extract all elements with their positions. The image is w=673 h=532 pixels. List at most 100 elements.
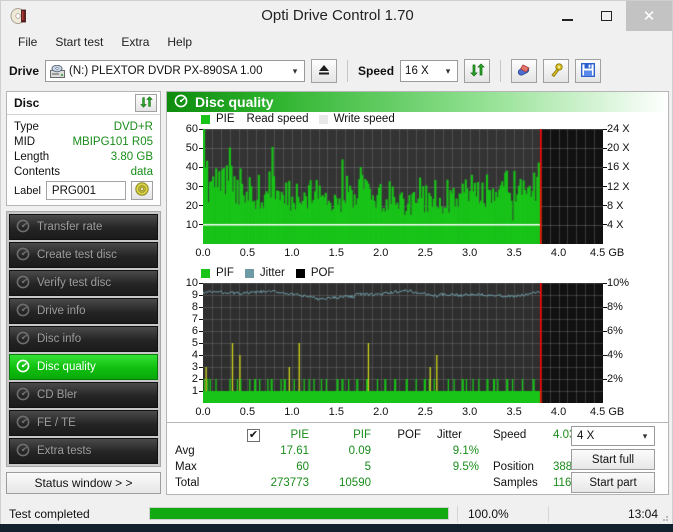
speed-label: Speed [358,64,395,78]
legend-swatch-write-speed [318,114,328,124]
legend-label-read-speed: Read speed [246,113,309,125]
y2-tick-label: 24 X [607,123,630,135]
sidebar-item-create-test-disc[interactable]: Create test disc [9,242,158,268]
disc-card-header: Disc [7,92,160,115]
x-tick-label: 4.0 [550,247,567,259]
disc-row-key: Length [14,150,50,163]
save-button[interactable] [575,59,602,83]
status-window-button[interactable]: Status window > > [6,472,161,494]
sidebar-item-disc-quality[interactable]: Disc quality [9,354,158,380]
disc-row-key: Contents [14,165,61,178]
jitter-checkbox[interactable]: ✔ [247,429,260,442]
disc-label-row: Label PRG001 [14,181,153,200]
y-tick-label: 20 [185,199,198,212]
y2-tick-mark [603,166,607,168]
speed-value: 16 X [405,65,429,77]
y-tick-mark [199,282,203,284]
gauge-icon [16,387,30,404]
y2-tick-mark [603,306,607,308]
disc-label-button[interactable] [131,181,153,200]
minimize-button[interactable] [548,1,587,31]
drive-select[interactable]: (N:) PLEXTOR DVDR PX-890SA 1.00 ▾ [45,60,306,82]
disc-row-value: MBIPG101 R05 [72,135,153,148]
menu-item-start-test[interactable]: Start test [46,33,112,51]
legend-label-pif: PIF [216,267,234,279]
x-tick-label: 2.5 [417,247,433,259]
drive-toolbar: Drive (N:) PLEXTOR DVDR PX-890SA 1.00 ▾ [1,54,672,88]
refresh-button[interactable] [464,59,491,83]
start-full-button[interactable]: Start full [571,449,655,470]
gauge-icon [16,219,30,236]
x-tick-label: 1.0 [284,406,300,418]
gauge-icon [16,331,30,348]
disc-row-contents: Contents data [14,164,153,179]
stat-total-pif: 10590 [339,477,371,489]
y2-tick-label: 8% [607,301,623,313]
pie-plot-area[interactable] [203,129,603,244]
menu-item-extra[interactable]: Extra [112,33,158,51]
disc-row-value: 3.80 GB [110,150,153,163]
sidebar-item-drive-info[interactable]: Drive info [9,298,158,324]
sidebar-item-label: Transfer rate [37,221,103,233]
y2-tick-label: 8 X [607,199,624,212]
resize-grip[interactable] [659,512,669,522]
test-speed-select[interactable]: 4 X ▾ [571,426,655,446]
sidebar-item-transfer-rate[interactable]: Transfer rate [9,214,158,240]
start-part-button[interactable]: Start part [571,472,655,493]
close-icon: ✕ [642,7,656,25]
stat-col-pof: POF [397,429,421,441]
y2-tick-label: 6% [607,325,623,337]
maximize-icon [601,11,612,21]
y2-tick-mark [603,330,607,332]
sidebar-item-label: FE / TE [37,417,76,429]
disc-row-key: Type [14,120,39,133]
x-tick-label: 1.5 [328,406,344,418]
y-tick-mark [199,294,203,296]
disc-label-input[interactable]: PRG001 [45,181,126,200]
sidebar-item-fe-te[interactable]: FE / TE [9,410,158,436]
y-tick-label: 40 [185,161,198,174]
x-tick-label: 0.0 [195,406,211,418]
y2-tick-label: 4 X [607,218,624,231]
erase-button[interactable] [511,59,538,83]
tools-button[interactable] [543,59,570,83]
y-tick-label: 4 [191,349,198,361]
tools-icon [548,62,564,80]
y2-tick-mark [603,354,607,356]
sidebar-item-extra-tests[interactable]: Extra tests [9,438,158,464]
sidebar-item-cd-bler[interactable]: CD Bler [9,382,158,408]
sidebar-item-disc-info[interactable]: Disc info [9,326,158,352]
y2-tick-mark [603,224,607,226]
y-tick-mark [199,318,203,320]
y2-tick-label: 4% [607,349,623,361]
test-speed-value: 4 X [577,430,595,442]
panel-title: Disc quality [195,94,274,110]
y-tick-mark [199,224,203,226]
pif-plot-area[interactable] [203,283,603,403]
y2-tick-label: 10% [607,277,630,289]
maximize-button[interactable] [587,1,626,31]
y2-tick-mark [603,282,607,284]
eject-button[interactable] [311,59,338,83]
y-tick-mark [199,354,203,356]
drive-value: (N:) PLEXTOR DVDR PX-890SA 1.00 [69,65,263,77]
menu-item-file[interactable]: File [9,33,46,51]
chevron-down-icon: ▾ [642,430,648,441]
menu-item-help[interactable]: Help [158,33,201,51]
y-tick-mark [199,186,203,187]
speed-select[interactable]: 16 X ▾ [400,60,459,82]
stat-max-jitter: 9.5% [452,461,479,473]
disc-icon [135,182,149,199]
stat-col-jitter: Jitter [437,429,462,441]
legend-swatch-jitter [244,268,254,278]
sidebar-item-verify-test-disc[interactable]: Verify test disc [9,270,158,296]
gauge-icon [16,247,30,264]
close-button[interactable]: ✕ [626,1,672,31]
y-tick-mark [199,342,203,344]
gauge-icon [16,415,30,432]
chevron-down-icon: ▾ [292,65,298,76]
y-tick-mark [199,166,203,168]
y-tick-mark [199,306,203,308]
y-tick-label: 2 [191,373,198,385]
disc-refresh-button[interactable] [135,94,157,112]
